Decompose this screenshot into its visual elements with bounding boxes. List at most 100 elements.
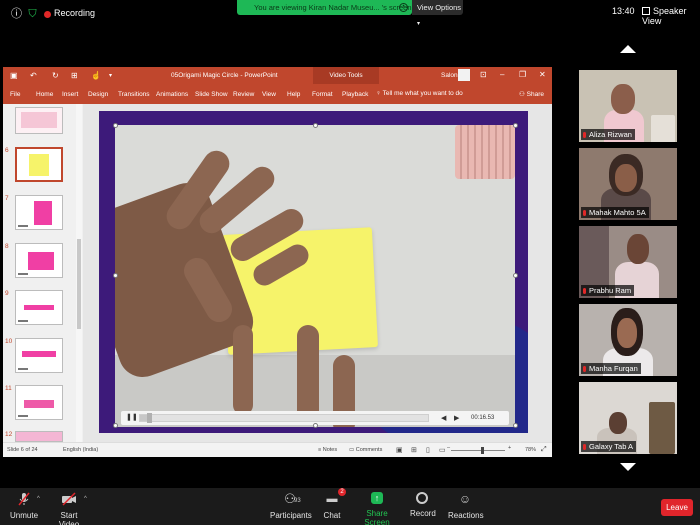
start-video-button[interactable]: Start Video xyxy=(50,492,88,525)
slide-thumbnail[interactable]: 11 xyxy=(5,385,75,422)
slide-thumbnail[interactable]: 10 xyxy=(5,338,75,375)
tab-animations[interactable]: Animations xyxy=(156,91,188,98)
thumbnail-graphic xyxy=(28,252,54,270)
scrollbar-thumb[interactable] xyxy=(77,239,81,329)
audio-options-chevron-icon[interactable]: ^ xyxy=(37,496,40,502)
thumbnail-caption xyxy=(18,415,28,417)
customize-chevron-icon[interactable]: ▾ xyxy=(109,72,112,79)
resize-handle[interactable] xyxy=(513,123,518,128)
seek-handle[interactable] xyxy=(146,413,152,423)
fit-slide-icon[interactable]: ⤢ xyxy=(541,446,547,454)
thumbnail-scrollbar[interactable] xyxy=(76,104,82,442)
participant-video-tile[interactable]: Manha Furqan xyxy=(579,304,677,376)
tab-insert[interactable]: Insert xyxy=(62,91,78,98)
tab-view[interactable]: View xyxy=(262,91,276,98)
participant-name: Mahak Mahto 5A xyxy=(589,208,646,217)
zoom-in-icon[interactable]: + xyxy=(508,445,511,451)
tab-design[interactable]: Design xyxy=(88,91,108,98)
gallery-up-button[interactable] xyxy=(620,45,636,55)
tab-format[interactable]: Format xyxy=(312,91,333,98)
unmute-button[interactable]: Unmute xyxy=(10,492,38,520)
slide-thumbnail[interactable] xyxy=(5,107,75,144)
resize-handle[interactable] xyxy=(113,273,118,278)
zoom-slider[interactable] xyxy=(451,450,505,451)
current-slide[interactable]: ❚❚ ◀ ▶ 00:16.53 xyxy=(99,111,528,433)
slide-thumbnail[interactable]: 8 xyxy=(5,243,75,280)
participant-video-tile[interactable]: Prabhu Ram xyxy=(579,226,677,298)
participant-figure xyxy=(609,412,627,434)
share-button[interactable]: ⚇ Share xyxy=(519,90,544,98)
participant-name: Galaxy Tab A xyxy=(589,442,634,451)
normal-view-icon[interactable]: ▣ xyxy=(396,446,403,454)
participants-button[interactable]: ⚇ 93 Participants xyxy=(270,492,312,521)
redo-icon[interactable]: ↻ xyxy=(52,71,59,80)
zoom-slider-handle[interactable] xyxy=(481,447,484,454)
user-name[interactable]: Saloni xyxy=(441,72,459,79)
close-icon[interactable]: ✕ xyxy=(539,70,546,79)
slide-thumbnail-selected[interactable]: 6 xyxy=(5,147,75,184)
touch-mode-icon[interactable]: ☝ xyxy=(91,71,101,80)
minimize-icon[interactable]: – xyxy=(500,70,504,79)
share-screen-button[interactable]: ↑ Share Screen xyxy=(356,492,398,525)
slide-number: 7 xyxy=(5,195,9,202)
grid-icon xyxy=(642,7,650,15)
undo-icon[interactable]: ↶ xyxy=(30,71,37,80)
thumbnail-graphic xyxy=(21,112,57,128)
chat-button[interactable]: ▬ 2 Chat xyxy=(322,488,346,520)
participant-video-tile[interactable]: Aliza Rizwan xyxy=(579,70,677,142)
zoom-out-icon[interactable]: – xyxy=(447,445,450,451)
video-seek-bar[interactable] xyxy=(139,413,429,423)
tab-slide-show[interactable]: Slide Show xyxy=(195,91,228,98)
embedded-video[interactable]: ❚❚ ◀ ▶ 00:16.53 xyxy=(115,125,515,427)
tell-me-search[interactable]: ♀ Tell me what you want to do xyxy=(376,90,463,97)
slide-sorter-icon[interactable]: ⊞ xyxy=(411,446,417,454)
muted-microphone-icon xyxy=(18,492,30,506)
slideshow-icon[interactable]: ▭ xyxy=(439,446,446,454)
skip-back-icon[interactable]: ◀ xyxy=(441,414,446,422)
reading-view-icon[interactable]: ▯ xyxy=(426,446,430,454)
tab-transitions[interactable]: Transitions xyxy=(118,91,150,98)
speaker-view-button[interactable]: Speaker View xyxy=(642,6,700,26)
stop-share-icon[interactable]: • xyxy=(399,3,408,12)
info-icon[interactable]: ⓘ xyxy=(10,8,23,21)
gallery-down-button[interactable] xyxy=(620,463,636,473)
tab-file[interactable]: File xyxy=(10,91,20,98)
view-options-button[interactable]: View Options ▾ xyxy=(412,0,463,27)
leave-button[interactable]: Leave xyxy=(661,499,693,516)
resize-handle[interactable] xyxy=(313,423,318,428)
tab-review[interactable]: Review xyxy=(233,91,254,98)
reactions-button[interactable]: ☺ Reactions xyxy=(448,492,484,520)
resize-handle[interactable] xyxy=(113,423,118,428)
tab-playback[interactable]: Playback xyxy=(342,91,368,98)
resize-handle[interactable] xyxy=(113,123,118,128)
present-icon[interactable]: ⊞ xyxy=(71,71,78,80)
tab-home[interactable]: Home xyxy=(36,91,53,98)
zoom-level[interactable]: 78% xyxy=(525,447,536,453)
notes-button[interactable]: ≡ Notes xyxy=(318,447,337,453)
chevron-up-icon xyxy=(620,45,636,53)
slide-thumbnail[interactable]: 9 xyxy=(5,290,75,327)
avatar[interactable] xyxy=(458,69,470,81)
language-label[interactable]: English (India) xyxy=(63,447,98,453)
record-button[interactable]: Record xyxy=(410,492,436,518)
resize-handle[interactable] xyxy=(513,273,518,278)
pause-icon[interactable]: ❚❚ xyxy=(126,414,138,422)
ribbon-display-icon[interactable]: ⊡ xyxy=(480,70,487,79)
save-icon[interactable]: ▣ xyxy=(10,71,18,80)
slide-number: 11 xyxy=(5,385,12,392)
zoom-meeting-toolbar: Unmute ^ Start Video ^ ⚇ 93 Participants … xyxy=(0,488,700,525)
participant-video-tile[interactable]: Galaxy Tab A xyxy=(579,382,677,454)
ppt-status-bar: Slide 6 of 24 English (India) ≡ Notes ▭ … xyxy=(3,442,552,457)
slide-thumbnail[interactable]: 7 xyxy=(5,195,75,232)
resize-handle[interactable] xyxy=(313,123,318,128)
shield-icon[interactable]: ⛉ xyxy=(26,8,39,21)
participant-video-tile[interactable]: Mahak Mahto 5A xyxy=(579,148,677,220)
comments-button[interactable]: ▭ Comments xyxy=(349,447,382,453)
video-options-chevron-icon[interactable]: ^ xyxy=(84,496,87,502)
muted-mic-icon xyxy=(583,132,586,138)
skip-forward-icon[interactable]: ▶ xyxy=(454,414,459,422)
restore-icon[interactable]: ❐ xyxy=(519,70,526,79)
tab-help[interactable]: Help xyxy=(287,91,300,98)
resize-handle[interactable] xyxy=(513,423,518,428)
video-tools-label: Video Tools xyxy=(313,67,379,84)
